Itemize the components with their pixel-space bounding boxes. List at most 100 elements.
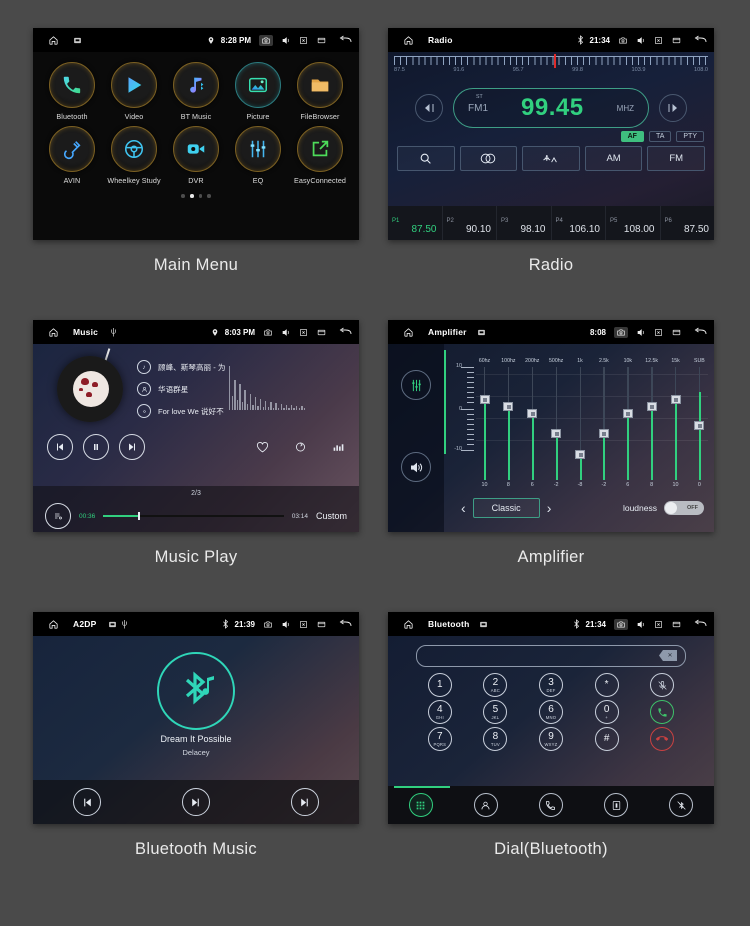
volume-icon[interactable] [281,620,291,629]
home-icon[interactable] [48,35,59,46]
loudness-toggle[interactable]: OFF [664,501,704,515]
hangup-icon[interactable] [650,727,675,751]
chevron-right-icon[interactable]: › [540,500,559,516]
back-arrow-icon[interactable] [694,35,707,45]
back-arrow-icon[interactable] [339,327,352,337]
eq-band[interactable]: 12.5k 8 [643,358,660,488]
seek-up-icon[interactable] [659,94,687,122]
screenshot-icon[interactable] [263,328,273,337]
dial-key-9[interactable]: 9 WXYZ [538,727,563,751]
dial-key-8[interactable]: 8 TUV [483,727,508,751]
home-icon[interactable] [403,619,414,630]
preset-p3[interactable]: P3 98.10 [497,206,552,240]
home-icon[interactable] [403,327,414,338]
preset-p4[interactable]: P4 106.10 [552,206,606,240]
app-wheelkey-study[interactable]: Wheelkey Study [106,126,162,185]
next-track-icon[interactable] [119,434,145,460]
home-icon[interactable] [403,35,414,46]
volume-icon[interactable] [281,328,291,337]
tag-pty[interactable]: PTY [676,131,704,142]
dial-key-1[interactable]: 1 [427,673,452,697]
eq-band[interactable]: 1k -8 [572,358,589,488]
contacts-icon[interactable] [473,793,498,817]
band-column[interactable] [524,367,541,480]
page-dot[interactable] [207,194,211,198]
close-box-icon[interactable] [299,620,308,629]
speaker-icon[interactable] [401,452,431,482]
play-pause-icon[interactable] [181,788,210,816]
screenshot-icon[interactable] [614,618,628,630]
close-box-icon[interactable] [654,620,663,629]
seek-slider[interactable] [103,512,284,520]
eq-band[interactable]: 15k 10 [667,358,684,488]
stereo-button[interactable] [459,146,518,171]
equalizer-icon[interactable] [332,441,345,453]
phone-number-input[interactable]: ✕ [416,645,686,667]
preset-p1[interactable]: P1 87.50 [388,206,443,240]
eq-preset-name[interactable]: Classic [472,498,540,518]
band-column[interactable] [595,367,612,480]
seek-down-icon[interactable] [415,94,443,122]
phonebook-sync-icon[interactable] [604,793,629,817]
page-dot-active[interactable] [189,194,194,198]
band-column[interactable] [691,367,708,480]
next-track-icon[interactable] [290,788,319,816]
fm-button[interactable]: FM [647,146,705,171]
page-dots[interactable] [33,194,359,198]
eq-band-sub[interactable]: SUB 0 [691,358,708,488]
app-eq[interactable]: EQ [230,126,286,185]
band-column[interactable] [476,367,493,480]
home-icon[interactable] [48,619,59,630]
band-column[interactable] [572,367,589,480]
recents-icon[interactable] [671,36,682,45]
equalizer-icon[interactable] [401,370,431,400]
mute-mic-icon[interactable] [650,673,675,697]
band-column[interactable] [667,367,684,480]
app-filebrowser[interactable]: FileBrowser [292,62,348,121]
recents-icon[interactable] [671,620,682,629]
eq-band[interactable]: 2.5k -2 [595,358,612,488]
app-video[interactable]: Video [106,62,162,121]
sound-mode-label[interactable]: Custom [316,511,347,521]
volume-icon[interactable] [281,36,291,45]
home-icon[interactable] [48,327,59,338]
volume-icon[interactable] [636,620,646,629]
dial-key-star[interactable]: * [594,673,619,697]
page-dot[interactable] [181,194,185,198]
volume-icon[interactable] [636,36,646,45]
app-easyconnected[interactable]: EasyConnected [292,126,348,185]
dial-key-2[interactable]: 2 ABC [483,673,508,697]
app-dvr[interactable]: DVR [168,126,224,185]
recents-icon[interactable] [671,328,682,337]
frequency-scale[interactable]: 87.5 91.6 95.7 99.8 103.9 108.0 [388,54,714,84]
back-arrow-icon[interactable] [339,35,352,45]
app-avin[interactable]: AVIN [44,126,100,185]
close-box-icon[interactable] [654,36,663,45]
call-history-icon[interactable] [538,793,563,817]
band-column[interactable] [643,367,660,480]
back-arrow-icon[interactable] [339,619,352,629]
dial-key-hash[interactable]: # [594,727,619,751]
app-picture[interactable]: Picture [230,62,286,121]
previous-track-icon[interactable] [73,788,102,816]
keypad-icon[interactable] [408,793,433,817]
eq-band[interactable]: 200hz 6 [524,358,541,488]
dial-key-0[interactable]: 0 + [594,700,619,724]
am-button[interactable]: AM [584,146,643,171]
dial-key-6[interactable]: 6 MNO [538,700,563,724]
dial-key-3[interactable]: 3 DEF [538,673,563,697]
dial-key-7[interactable]: 7 PQRS [427,727,452,751]
scan-button[interactable] [397,146,455,171]
pause-icon[interactable] [83,434,109,460]
back-arrow-icon[interactable] [694,619,707,629]
preset-p5[interactable]: P5 108.00 [606,206,661,240]
eq-band[interactable]: 100hz 8 [500,358,517,488]
local-distant-button[interactable] [522,146,580,171]
screenshot-icon[interactable] [614,326,628,338]
dial-key-5[interactable]: 5 JKL [483,700,508,724]
eq-band[interactable]: 60hz 10 [476,358,493,488]
tag-af[interactable]: AF [620,131,644,142]
repeat-icon[interactable] [294,441,307,453]
screenshot-icon[interactable] [618,36,628,45]
recents-icon[interactable] [316,328,327,337]
